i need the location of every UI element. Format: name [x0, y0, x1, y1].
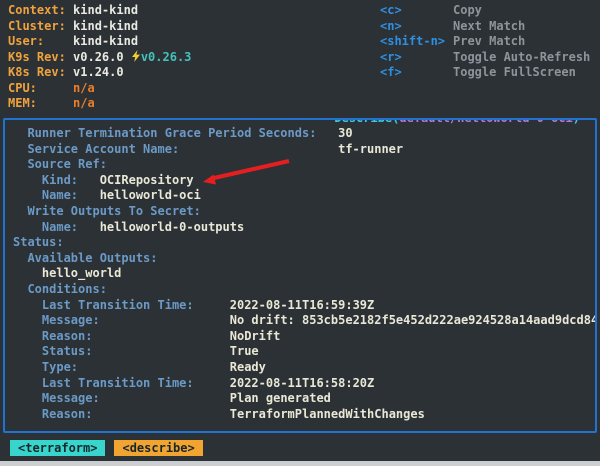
describe-line: Source Ref: [13, 157, 595, 173]
lightning-icon [131, 50, 141, 62]
describe-line: Conditions: [13, 282, 595, 298]
crumb-describe[interactable]: <describe> [114, 440, 202, 456]
describe-panel[interactable]: Describe(default/helloworld-0-oci) Runne… [3, 118, 597, 433]
hotkey-desc: Prev Match [453, 34, 525, 48]
describe-panel-title: Describe(default/helloworld-0-oci) [329, 118, 585, 125]
describe-line: Status: [13, 235, 595, 251]
describe-line-kind: Kind: OCIRepository [13, 173, 595, 189]
context-row: Context: kind-kind [8, 3, 191, 19]
hotkey-desc: Copy [453, 3, 482, 17]
describe-line: hello_world [13, 266, 595, 282]
hotkey-auto-refresh: <r>Toggle Auto-Refresh [380, 50, 590, 66]
hotkey-hints: <c>Copy <n>Next Match <shift-n>Prev Matc… [380, 3, 590, 81]
describe-line: Reason: TerraformPlannedWithChanges [13, 407, 595, 423]
context-value: kind-kind [73, 3, 138, 17]
hotkey-key: <r> [380, 50, 453, 66]
mem-value: n/a [73, 96, 95, 110]
hotkey-next-match: <n>Next Match [380, 19, 590, 35]
describe-content: Runner Termination Grace Period Seconds:… [5, 120, 595, 422]
title-function: Describe( [334, 118, 399, 125]
hotkey-prev-match: <shift-n>Prev Match [380, 34, 590, 50]
crumbs: <terraform> <describe> [10, 440, 203, 456]
k9s-rev-row: K9s Rev: v0.26.0 v0.26.3 [8, 50, 191, 66]
describe-line: Status: True [13, 344, 595, 360]
user-row: User: kind-kind [8, 34, 191, 50]
describe-line: Reason: NoDrift [13, 329, 595, 345]
k8s-rev-row: K8s Rev: v1.24.0 [8, 65, 191, 81]
cluster-info: Context: kind-kind Cluster: kind-kind Us… [8, 3, 191, 112]
hotkey-copy: <c>Copy [380, 3, 590, 19]
user-label: User: [8, 34, 73, 48]
hotkey-key: <n> [380, 19, 453, 35]
describe-line: Name: helloworld-oci [13, 188, 595, 204]
describe-line: Type: Ready [13, 360, 595, 376]
hotkey-key: <c> [380, 3, 453, 19]
k9s-rev-value: v0.26.0 [73, 50, 131, 64]
crumb-terraform[interactable]: <terraform> [10, 440, 105, 456]
describe-line: Runner Termination Grace Period Seconds:… [13, 126, 595, 142]
cluster-value: kind-kind [73, 19, 138, 33]
k9s-rev-label: K9s Rev: [8, 50, 73, 64]
describe-line: Service Account Name: tf-runner [13, 142, 595, 158]
user-value: kind-kind [73, 34, 138, 48]
hotkey-key: <shift-n> [380, 34, 453, 50]
title-resource: default/helloworld-0-oci [399, 118, 572, 125]
describe-line: Write Outputs To Secret: [13, 204, 595, 220]
window-bottom-edge [0, 461, 600, 466]
hotkey-desc: Toggle Auto-Refresh [453, 50, 590, 64]
mem-row: MEM: n/a [8, 96, 191, 112]
describe-line: Available Outputs: [13, 251, 595, 267]
describe-line: Message: Plan generated [13, 391, 595, 407]
k9s-upgrade-version: v0.26.3 [141, 50, 192, 64]
k8s-rev-label: K8s Rev: [8, 65, 73, 79]
describe-line: Name: helloworld-0-outputs [13, 220, 595, 236]
hotkey-key: <f> [380, 65, 453, 81]
cluster-row: Cluster: kind-kind [8, 19, 191, 35]
describe-line: Last Transition Time: 2022-08-11T16:59:3… [13, 298, 595, 314]
cpu-row: CPU: n/a [8, 81, 191, 97]
hotkey-desc: Next Match [453, 19, 525, 33]
describe-line: Message: No drift: 853cb5e2182f5e452d222… [13, 313, 595, 329]
context-label: Context: [8, 3, 73, 17]
cpu-value: n/a [73, 81, 95, 95]
cpu-label: CPU: [8, 81, 73, 95]
mem-label: MEM: [8, 96, 73, 110]
k8s-rev-value: v1.24.0 [73, 65, 124, 79]
title-close-paren: ) [573, 118, 580, 125]
hotkey-fullscreen: <f>Toggle FullScreen [380, 65, 590, 81]
hotkey-desc: Toggle FullScreen [453, 65, 576, 79]
describe-line: Last Transition Time: 2022-08-11T16:58:2… [13, 376, 595, 392]
cluster-label: Cluster: [8, 19, 73, 33]
